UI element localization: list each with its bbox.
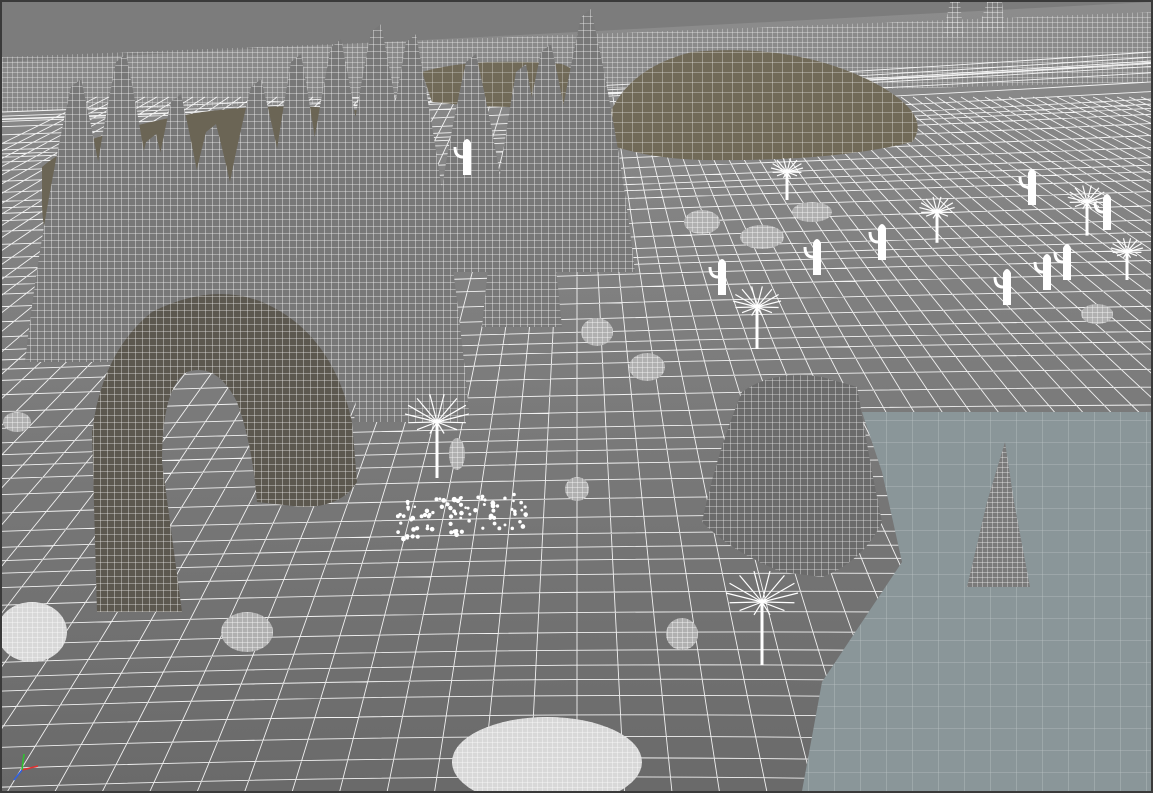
x-axis <box>21 765 39 771</box>
z-axis <box>13 769 23 781</box>
y-axis <box>21 753 25 771</box>
scene-render[interactable] <box>2 2 1151 791</box>
3d-viewport[interactable] <box>0 0 1153 793</box>
axis-gizmo-icon[interactable] <box>8 750 48 786</box>
